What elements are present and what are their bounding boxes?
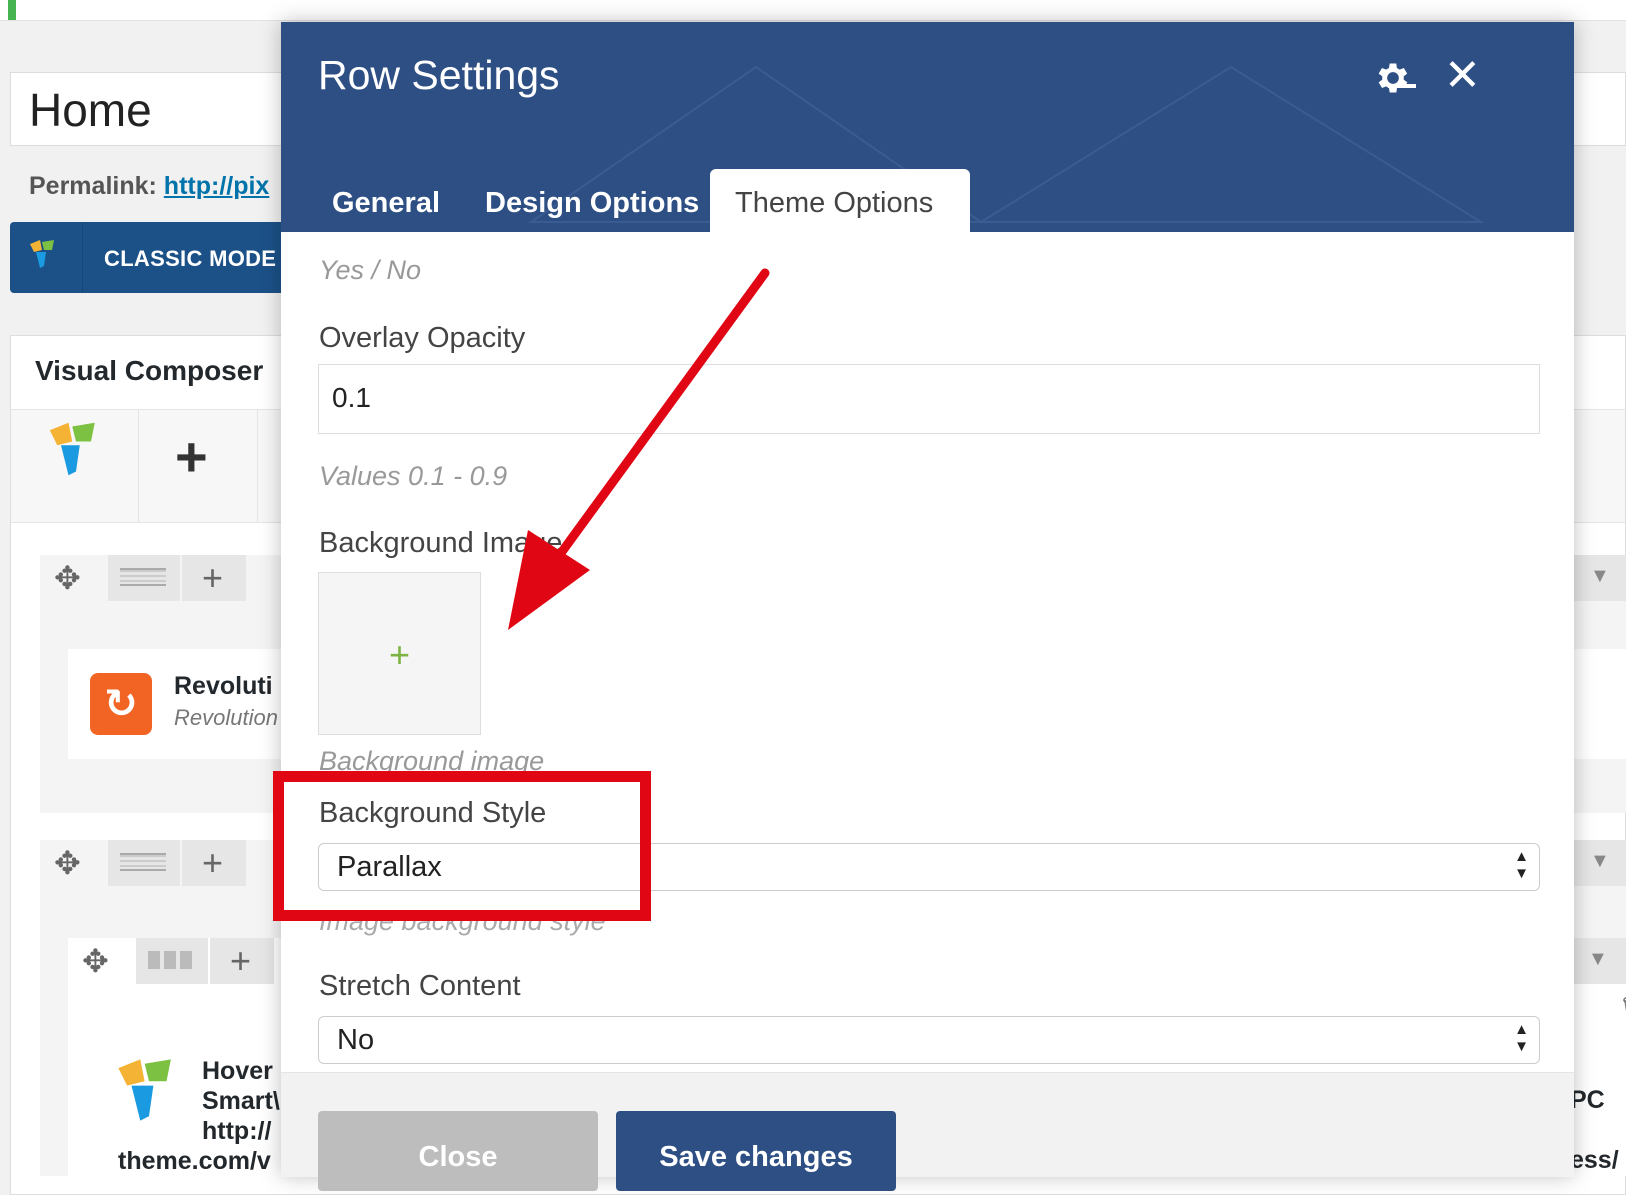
move-icon: ✥ (54, 560, 81, 596)
layout-icon (148, 951, 194, 969)
vc-element-icon (118, 1059, 171, 1121)
minimize-icon[interactable] (1388, 84, 1416, 88)
element-name-line: theme.com/v (118, 1147, 271, 1175)
row-layout-button[interactable] (108, 555, 180, 601)
toolbar-separator (257, 410, 258, 522)
annotation-arrow (508, 268, 770, 630)
plus-icon: + (202, 842, 224, 883)
vc-logo-icon (30, 240, 54, 268)
element-name-line: Hover (202, 1057, 273, 1085)
move-icon: ✥ (82, 943, 109, 979)
column-move-handle[interactable]: ✥ (68, 938, 132, 984)
layout-icon (120, 568, 166, 586)
tab-theme-options[interactable]: Theme Options (710, 169, 970, 232)
row-settings-modal: Row Settings ✕ General Design Options Th… (281, 22, 1574, 1191)
modal-title: Row Settings (318, 52, 560, 98)
move-icon: ✥ (54, 845, 81, 881)
revolution-slider-icon: ↻ (90, 673, 152, 735)
plus-icon: + (202, 557, 224, 598)
permalink-row: Permalink: http://pix (29, 172, 269, 201)
row-move-handle[interactable]: ✥ (40, 555, 104, 601)
select-arrows-icon: ▲ ▼ (1514, 1021, 1529, 1055)
select-arrows-icon: ▲ ▼ (1514, 848, 1529, 882)
modal-body: Yes / No Overlay Opacity 0.1 Values 0.1 … (281, 232, 1574, 1072)
highlight-box (273, 771, 651, 921)
stretch-content-label: Stretch Content (319, 970, 521, 1002)
classic-mode-button[interactable]: CLASSIC MODE (10, 222, 300, 293)
gear-icon[interactable] (1373, 58, 1413, 98)
trash-icon[interactable]: 🗑 (1618, 994, 1626, 1029)
stretch-content-value: No (337, 1024, 375, 1056)
plus-icon: + (230, 940, 252, 981)
overlay-opacity-help: Values 0.1 - 0.9 (319, 461, 508, 491)
permalink-link[interactable]: http://pix (164, 172, 270, 200)
tab-label: Design Options (485, 187, 700, 219)
chevron-down-icon: ▼ (1590, 850, 1610, 872)
row-add-button[interactable]: + (182, 555, 246, 601)
tab-general[interactable]: General (309, 169, 459, 232)
overlay-opacity-value: 0.1 (332, 382, 371, 413)
column-layout-button[interactable] (136, 938, 208, 984)
element-text-fragment: PC (1570, 1086, 1605, 1114)
element-description: Revolution (174, 705, 278, 730)
status-bar-accent (8, 0, 16, 20)
element-name-line: http:// (202, 1117, 272, 1145)
vc-logo-icon[interactable] (46, 419, 106, 479)
refresh-icon: ↻ (104, 682, 138, 726)
chevron-down-icon: ▼ (1590, 565, 1610, 587)
tab-label: Theme Options (735, 187, 934, 219)
close-button-label: Close (418, 1141, 498, 1173)
element-name-line: Smart\ (202, 1087, 280, 1115)
modal-footer: Close Save changes (281, 1072, 1574, 1191)
element-name: Revoluti (174, 672, 273, 700)
chevron-down-icon: ▼ (1588, 948, 1608, 970)
post-title-text: Home (29, 84, 152, 136)
close-icon[interactable]: ✕ (1444, 52, 1481, 100)
field-help: Yes / No (319, 255, 422, 285)
layout-icon (120, 853, 166, 871)
background-image-picker[interactable]: + (318, 572, 481, 735)
tab-label: General (332, 187, 440, 219)
row-move-handle[interactable]: ✥ (40, 840, 104, 886)
stretch-content-select[interactable]: No ▲ ▼ (318, 1016, 1540, 1064)
tab-design-options[interactable]: Design Options (461, 169, 706, 232)
add-element-icon[interactable]: + (175, 429, 208, 485)
visual-composer-title: Visual Composer (35, 355, 264, 386)
column-add-button[interactable]: + (210, 938, 274, 984)
close-button[interactable]: Close (318, 1111, 598, 1191)
row-add-button[interactable]: + (182, 840, 246, 886)
row-layout-button[interactable] (108, 840, 180, 886)
vc-logo-cell (10, 222, 83, 293)
element-text-fragment: ess/ (1570, 1146, 1619, 1174)
save-changes-button[interactable]: Save changes (616, 1111, 896, 1191)
save-button-label: Save changes (659, 1141, 853, 1173)
admin-top-strip (0, 0, 1626, 21)
permalink-label: Permalink: (29, 172, 157, 200)
modal-header: Row Settings ✕ General Design Options Th… (281, 22, 1574, 232)
toolbar-separator (138, 410, 139, 522)
add-image-icon: + (388, 634, 411, 675)
classic-mode-label: CLASSIC MODE (104, 246, 277, 271)
